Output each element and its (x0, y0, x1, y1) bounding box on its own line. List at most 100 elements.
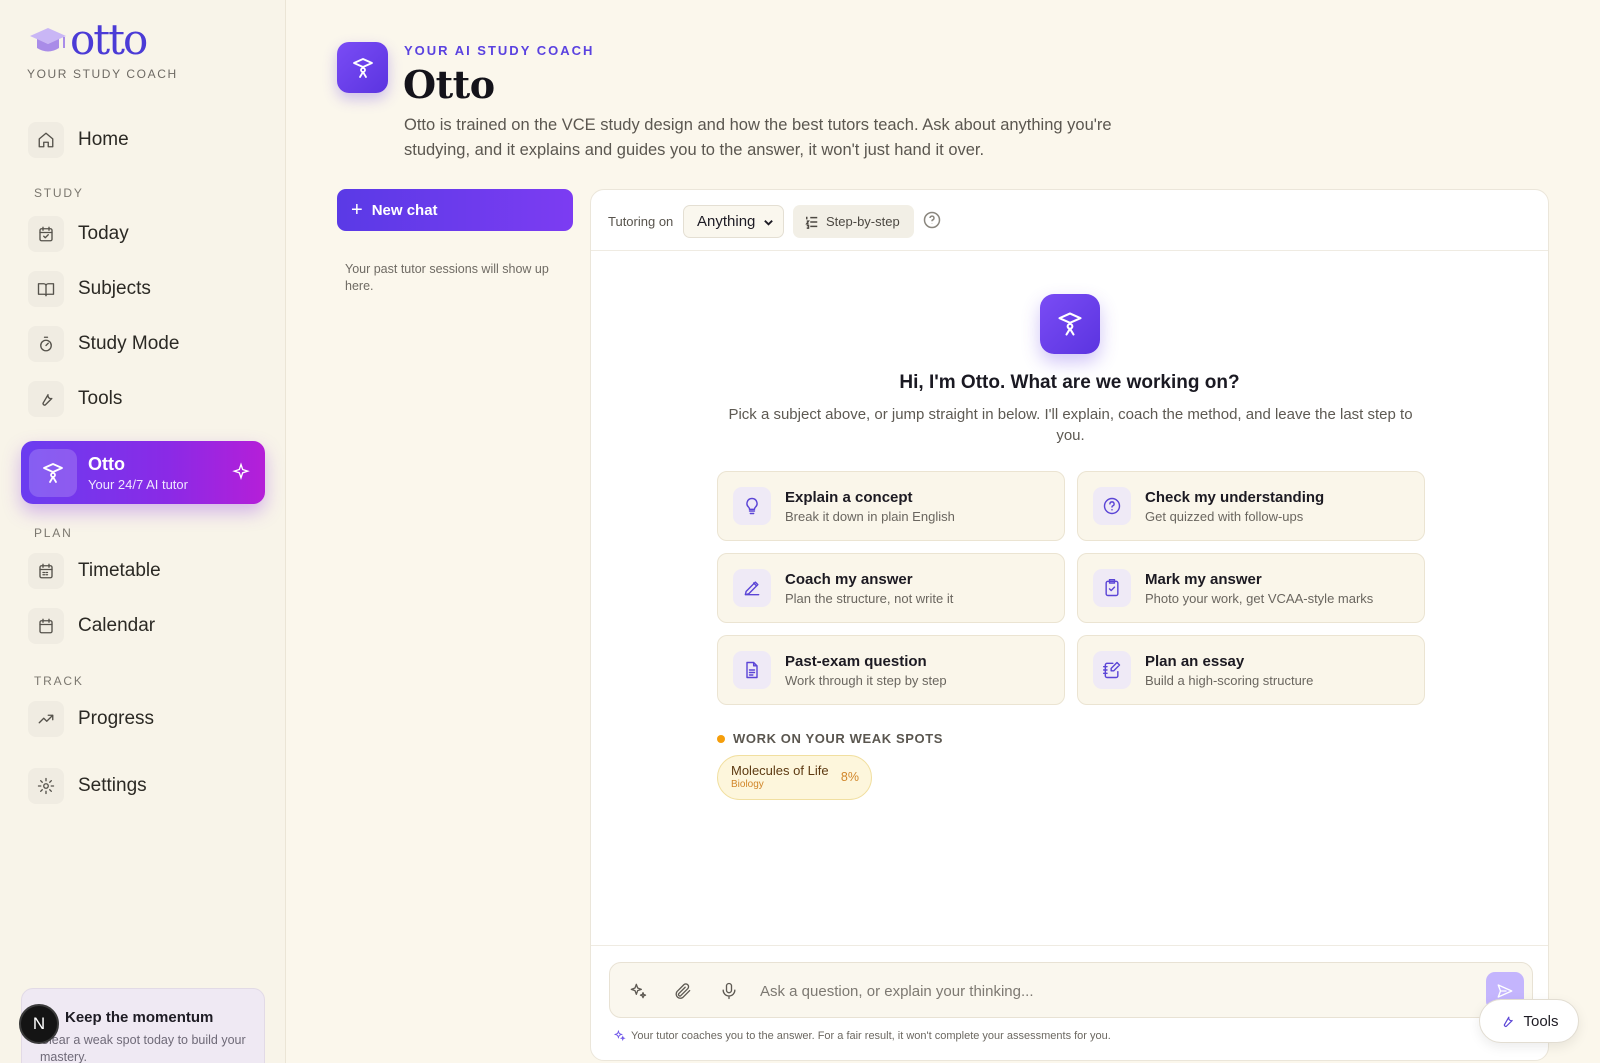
card-title: Mark my answer (1145, 570, 1262, 588)
card-title: Coach my answer (785, 570, 913, 588)
timer-icon (28, 326, 64, 362)
pencil-icon (733, 569, 771, 607)
card-subtitle: Build a high-scoring structure (1145, 672, 1314, 688)
card-subtitle: Plan the structure, not write it (785, 590, 954, 606)
card-title: Past-exam question (785, 652, 927, 670)
step-by-step-button[interactable]: Step-by-step (793, 205, 914, 238)
brand-tagline: YOUR STUDY COACH (27, 67, 178, 81)
card-explain-concept[interactable]: Explain a concept Break it down in plain … (717, 471, 1065, 541)
card-title: Check my understanding (1145, 488, 1325, 506)
card-coach-answer[interactable]: Coach my answer Plan the structure, not w… (717, 553, 1065, 623)
calendar-check-icon (28, 216, 64, 252)
card-title: Plan an essay (1145, 652, 1245, 670)
home-icon (28, 122, 64, 158)
page-description: Otto is trained on the VCE study design … (404, 116, 1112, 159)
page-eyebrow: YOUR AI STUDY COACH (404, 43, 595, 58)
sidebar-item-tools[interactable]: Tools (28, 379, 268, 419)
tutor-icon (337, 42, 388, 93)
card-subtitle: Get quizzed with follow-ups (1145, 508, 1304, 524)
logo-wordmark: otto (70, 15, 148, 64)
sidebar-item-label: Study Mode (78, 333, 180, 354)
card-check-understanding[interactable]: Check my understanding Get quizzed with f… (1077, 471, 1425, 541)
sparkle-icon (231, 462, 251, 482)
clipboard-check-icon (1093, 569, 1131, 607)
help-circle-icon[interactable] (923, 211, 941, 229)
weak-spot-percent: 8% (840, 770, 859, 784)
momentum-text: Clear a weak spot today to build your ma… (40, 1033, 246, 1063)
lightbulb-icon (733, 487, 771, 525)
sparkle-icon[interactable] (628, 981, 648, 1001)
sidebar-item-study-mode[interactable]: Study Mode (28, 324, 268, 364)
tools-floating-button[interactable]: Tools (1479, 999, 1579, 1043)
message-input[interactable] (760, 978, 1450, 1004)
sidebar-item-otto[interactable]: Otto Your 24/7 AI tutor (21, 441, 265, 504)
timetable-icon (28, 553, 64, 589)
calendar-icon (28, 608, 64, 644)
gear-icon (28, 768, 64, 804)
microphone-icon[interactable] (719, 981, 739, 1001)
list-ordered-icon (805, 216, 818, 229)
tutor-icon (29, 448, 77, 497)
status-dot (717, 734, 725, 743)
sidebar-item-today[interactable]: Today (28, 214, 268, 254)
sparkle-icon (613, 1029, 626, 1042)
plus-icon: + (351, 199, 363, 221)
section-label-track: TRACK (34, 674, 84, 688)
subject-select-value: Anything (697, 213, 756, 230)
composer-disclaimer: Your tutor coaches you to the answer. Fo… (613, 1029, 1111, 1042)
wrench-icon (28, 381, 64, 417)
sidebar-item-label: Subjects (78, 278, 151, 299)
sidebar-item-label: Home (78, 129, 129, 150)
sidebar-item-calendar[interactable]: Calendar (28, 606, 268, 646)
tutor-icon (1040, 294, 1100, 354)
card-subtitle: Work through it step by step (785, 672, 947, 688)
sidebar-item-timetable[interactable]: Timetable (28, 551, 268, 591)
card-mark-answer[interactable]: Mark my answer Photo your work, get VCAA-… (1077, 553, 1425, 623)
sidebar-item-progress[interactable]: Progress (28, 699, 268, 739)
new-chat-button[interactable]: + New chat (337, 189, 573, 231)
file-text-icon (733, 651, 771, 689)
card-past-exam[interactable]: Past-exam question Work through it step b… (717, 635, 1065, 705)
step-by-step-label: Step-by-step (826, 214, 900, 229)
section-label-plan: PLAN (34, 526, 73, 540)
page-title: Otto (403, 62, 495, 107)
card-plan-essay[interactable]: Plan an essay Build a high-scoring struct… (1077, 635, 1425, 705)
weak-spots-label: WORK ON YOUR WEAK SPOTS (733, 731, 944, 746)
sidebar-item-settings[interactable]: Settings (28, 766, 268, 806)
otto-nav-subtitle: Your 24/7 AI tutor (88, 476, 188, 492)
book-open-icon (28, 271, 64, 307)
welcome-subtitle: Pick a subject above, or jump straight i… (728, 406, 1413, 444)
chevron-down-icon (764, 220, 773, 226)
sidebar: otto YOUR STUDY COACH Home STUDY Today S… (0, 0, 286, 1063)
send-icon (1497, 984, 1513, 998)
card-subtitle: Photo your work, get VCAA-style marks (1145, 590, 1374, 606)
empty-sessions-text: Your past tutor sessions will show up he… (345, 262, 549, 293)
message-composer (609, 962, 1533, 1018)
welcome-title: Hi, I'm Otto. What are we working on? (899, 372, 1240, 393)
sidebar-item-label: Timetable (78, 560, 161, 581)
sidebar-item-label: Settings (78, 775, 147, 796)
notebook-pen-icon (1093, 651, 1131, 689)
sidebar-item-label: Calendar (78, 615, 156, 636)
otto-nav-title: Otto (88, 453, 125, 474)
weak-spots-heading: WORK ON YOUR WEAK SPOTS (717, 731, 943, 746)
subject-select[interactable]: Anything (683, 205, 784, 238)
sidebar-item-label: Today (78, 223, 129, 244)
brand-logo[interactable]: otto (28, 15, 148, 64)
tutoring-label: Tutoring on (608, 214, 674, 229)
trending-up-icon (28, 701, 64, 737)
weak-spot-chip[interactable]: Molecules of Life Biology 8% (717, 755, 872, 800)
card-title: Explain a concept (785, 488, 913, 506)
graduation-cap-icon (30, 28, 66, 52)
help-circle-icon (1093, 487, 1131, 525)
chat-panel: Tutoring on Anything Step-by-step Hi, I'… (590, 189, 1549, 1061)
section-label-study: STUDY (34, 186, 84, 200)
disclaimer-text: Your tutor coaches you to the answer. Fo… (631, 1029, 1111, 1042)
sidebar-item-subjects[interactable]: Subjects (28, 269, 268, 309)
paperclip-icon[interactable] (673, 981, 693, 1001)
tools-fab-label: Tools (1523, 1012, 1559, 1030)
sidebar-item-home[interactable]: Home (28, 120, 268, 160)
sidebar-item-label: Progress (78, 708, 155, 729)
avatar[interactable]: N (19, 1004, 59, 1044)
new-chat-label: New chat (371, 201, 438, 219)
